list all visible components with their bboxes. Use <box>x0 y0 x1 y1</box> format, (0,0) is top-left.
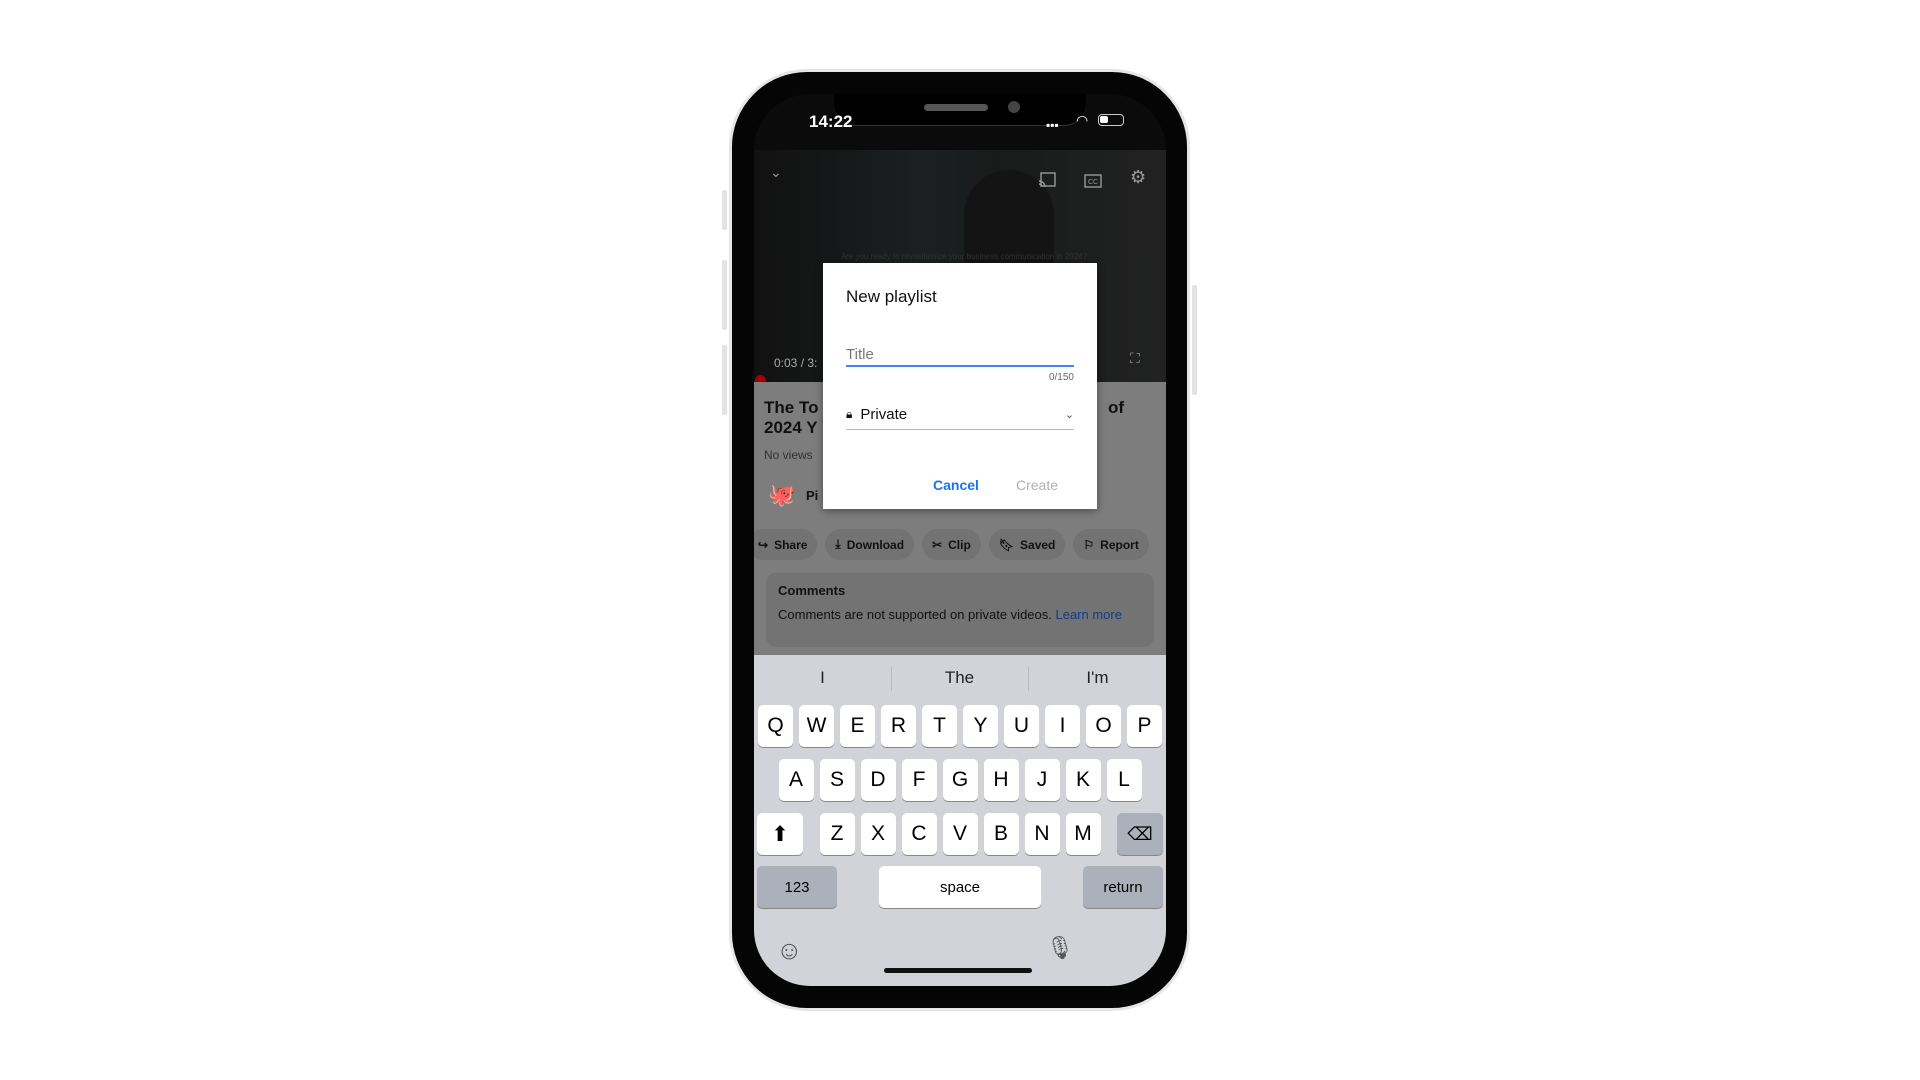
learn-more-link[interactable]: Learn more <box>1055 607 1121 622</box>
comments-message: Comments are not supported on private vi… <box>778 607 1056 622</box>
cancel-button[interactable]: Cancel <box>933 477 979 493</box>
key-n[interactable]: N <box>1024 813 1060 855</box>
comments-heading: Comments <box>778 583 846 598</box>
key-z[interactable]: Z <box>819 813 855 855</box>
key-d[interactable]: D <box>860 759 896 801</box>
key-b[interactable]: B <box>983 813 1019 855</box>
lock-icon: 🔒︎ <box>846 406 853 421</box>
return-key[interactable]: return <box>1083 866 1163 908</box>
action-chips: ↪ Share ⤓ Download ✂ Clip 🔖︎ Saved ⚐ Report <box>754 529 1149 560</box>
power-button <box>1192 285 1197 395</box>
key-y[interactable]: Y <box>963 705 998 747</box>
shift-key[interactable]: ⬆ <box>757 813 803 855</box>
bookmark-icon: 🔖︎ <box>998 537 1015 552</box>
volume-up-button <box>722 260 727 330</box>
video-time: 0:03 / 3: <box>774 356 818 370</box>
key-a[interactable]: A <box>778 759 814 801</box>
closed-captions-icon[interactable]: CC <box>1084 172 1102 193</box>
character-counter: 0/150 <box>1048 372 1074 383</box>
new-playlist-dialog: New playlist 0/150 🔒︎ Private ⌄ Cancel C… <box>823 263 1097 509</box>
key-row-2: ASDFGHJKL <box>754 759 1166 801</box>
key-h[interactable]: H <box>983 759 1019 801</box>
privacy-select[interactable]: 🔒︎ Private ⌄ <box>846 399 1074 430</box>
report-button[interactable]: ⚐ Report <box>1073 529 1149 560</box>
dialog-title: New playlist <box>846 287 937 306</box>
key-e[interactable]: E <box>840 705 875 747</box>
clip-label: Clip <box>948 537 971 552</box>
download-icon: ⤓ <box>835 537 841 551</box>
svg-text:CC: CC <box>1088 179 1098 186</box>
mute-switch <box>722 190 727 230</box>
settings-gear-icon[interactable]: ⚙ <box>1130 167 1146 188</box>
key-i[interactable]: I <box>1045 705 1080 747</box>
saved-button[interactable]: 🔖︎ Saved <box>988 529 1066 560</box>
numbers-key[interactable]: 123 <box>757 866 837 908</box>
key-f[interactable]: F <box>901 759 937 801</box>
suggestion-3[interactable]: I'm <box>1029 668 1166 688</box>
key-k[interactable]: K <box>1065 759 1101 801</box>
video-title-end: of <box>1107 398 1124 417</box>
cast-icon[interactable] <box>1038 172 1056 193</box>
key-u[interactable]: U <box>1004 705 1039 747</box>
download-label: Download <box>846 537 905 552</box>
key-v[interactable]: V <box>942 813 978 855</box>
key-l[interactable]: L <box>1106 759 1142 801</box>
key-o[interactable]: O <box>1086 705 1121 747</box>
chevron-down-icon[interactable]: ⌄ <box>770 164 782 181</box>
wifi-icon: ◠ <box>1076 112 1089 128</box>
speaker <box>924 104 988 111</box>
fullscreen-icon[interactable]: ⛶ <box>1130 350 1140 367</box>
channel-name[interactable]: Pi <box>806 488 818 503</box>
share-label: Share <box>774 537 808 552</box>
share-icon: ↪ <box>758 537 769 552</box>
report-label: Report <box>1100 537 1139 552</box>
share-button[interactable]: ↪ Share <box>754 529 818 560</box>
clip-button[interactable]: ✂ Clip <box>922 529 981 560</box>
key-row-4: 123 space return <box>754 866 1166 908</box>
key-x[interactable]: X <box>860 813 896 855</box>
create-button[interactable]: Create <box>1016 477 1058 493</box>
key-r[interactable]: R <box>881 705 916 747</box>
channel-avatar[interactable]: 🐙 <box>768 482 795 508</box>
battery-icon <box>1098 114 1124 126</box>
chevron-down-icon: ⌄ <box>1064 408 1074 421</box>
key-g[interactable]: G <box>942 759 978 801</box>
key-q[interactable]: Q <box>758 705 793 747</box>
key-m[interactable]: M <box>1065 813 1101 855</box>
phone-screen: Are you ready to revolutionize your busi… <box>754 94 1166 986</box>
key-s[interactable]: S <box>819 759 855 801</box>
key-w[interactable]: W <box>799 705 834 747</box>
saved-label: Saved <box>1020 537 1056 552</box>
key-row-1: QWERTYUIOP <box>754 705 1166 747</box>
key-p[interactable]: P <box>1127 705 1162 747</box>
download-button[interactable]: ⤓ Download <box>825 529 915 560</box>
suggestion-1[interactable]: I <box>754 668 891 688</box>
signal-icon: ▪▪▪ <box>1046 118 1059 132</box>
space-key[interactable]: space <box>879 866 1041 908</box>
backspace-key[interactable]: ⌫ <box>1117 813 1163 855</box>
privacy-value: Private <box>860 405 908 423</box>
playlist-title-input[interactable] <box>846 343 1074 367</box>
view-count: No views <box>764 448 813 462</box>
flag-icon: ⚐ <box>1083 537 1095 552</box>
key-c[interactable]: C <box>901 813 937 855</box>
key-row-3: ⬆ ZXCVBNM ⌫ <box>754 813 1166 855</box>
comments-section: Comments Comments are not supported on p… <box>766 573 1154 647</box>
emoji-icon[interactable]: ☺ <box>776 935 803 966</box>
suggestion-2[interactable]: The <box>891 668 1028 688</box>
front-camera <box>1008 101 1020 113</box>
home-indicator <box>884 968 1032 973</box>
volume-down-button <box>722 345 727 415</box>
status-time: 14:22 <box>809 112 853 131</box>
scissors-icon: ✂ <box>932 537 943 552</box>
video-caption: Are you ready to revolutionize your busi… <box>840 252 1088 261</box>
key-t[interactable]: T <box>922 705 957 747</box>
microphone-icon[interactable]: 🎙︎ <box>1046 935 1074 961</box>
video-title: The To 2024 Y <box>764 398 819 437</box>
key-j[interactable]: J <box>1024 759 1060 801</box>
keyboard: I The I'm QWERTYUIOP ASDFGHJKL ⬆ ZXCVBNM… <box>754 655 1166 986</box>
